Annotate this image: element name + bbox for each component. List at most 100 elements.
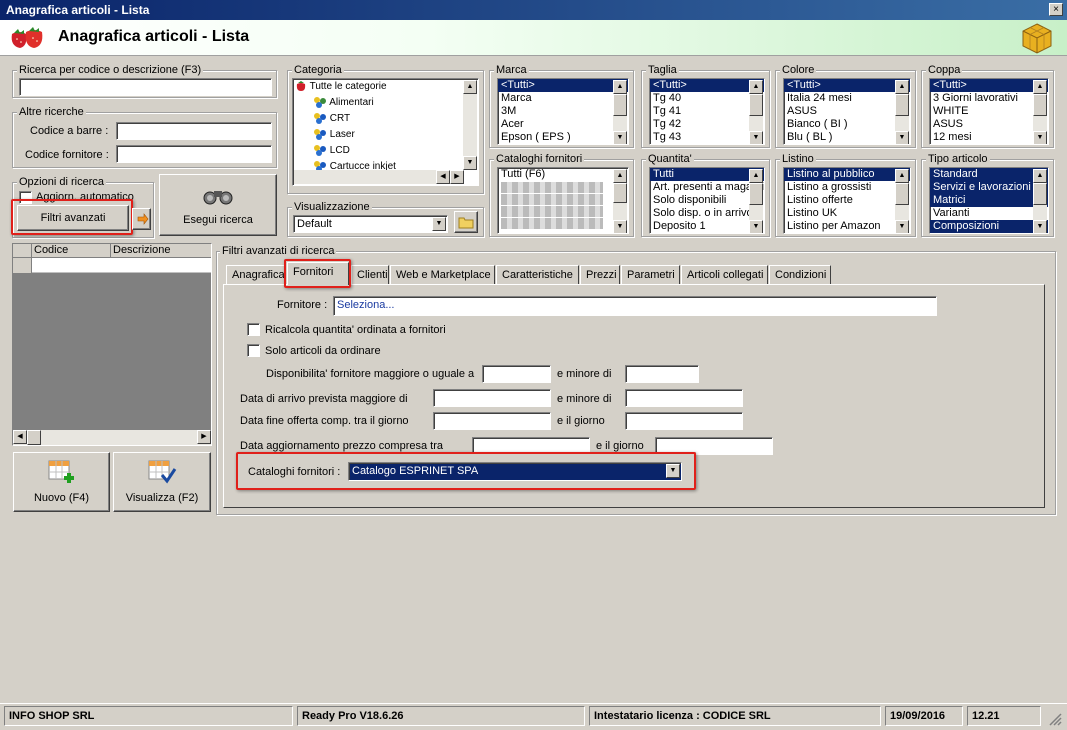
list-item[interactable]: 3M: [498, 105, 628, 118]
scroll-thumb[interactable]: [613, 94, 627, 116]
scroll-right-icon[interactable]: ▶: [197, 430, 211, 444]
list-item[interactable]: Italia 24 mesi: [784, 92, 910, 105]
scroll-down-icon[interactable]: ▼: [749, 131, 763, 144]
list-item[interactable]: <Tutti>: [498, 79, 628, 92]
scroll-thumb[interactable]: [895, 183, 909, 205]
tab-7[interactable]: Articoli collegati: [681, 265, 768, 285]
results-grid[interactable]: [12, 243, 212, 446]
tab-3[interactable]: Web e Marketplace: [390, 265, 495, 285]
scroll-down-icon[interactable]: ▼: [463, 156, 477, 170]
list-item[interactable]: Listino al pubblico: [784, 168, 910, 181]
taglia-list[interactable]: <Tutti> Tg 40 Tg 41 Tg 42 Tg 43 ▲ ▼: [649, 78, 765, 145]
view-folder-button[interactable]: [454, 211, 478, 233]
tree-item[interactable]: CRT: [293, 111, 478, 127]
list-item[interactable]: 3 Giorni lavorativi: [930, 92, 1048, 105]
scroll-up-icon[interactable]: ▲: [1033, 169, 1047, 183]
marca-list[interactable]: <Tutti> Marca 3M Acer Epson ( EPS ) ▲ ▼: [497, 78, 629, 145]
scroll-up-icon[interactable]: ▲: [463, 80, 477, 94]
list-item[interactable]: Epson ( EPS ): [498, 131, 628, 144]
tab-4[interactable]: Caratteristiche: [496, 265, 579, 285]
tree-root[interactable]: Tutte le categorie: [293, 79, 478, 95]
tipo-vscroll[interactable]: ▲ ▼: [1033, 169, 1047, 233]
list-item[interactable]: Acer: [498, 118, 628, 131]
tab-6[interactable]: Parametri: [621, 265, 680, 285]
list-item[interactable]: Varianti: [930, 207, 1048, 220]
scroll-down-icon[interactable]: ▼: [1033, 220, 1047, 233]
colore-vscroll[interactable]: ▲ ▼: [895, 80, 909, 144]
list-item[interactable]: WHITE: [930, 105, 1048, 118]
view-button[interactable]: Visualizza (F2): [113, 452, 211, 512]
grid-row-header[interactable]: [13, 258, 32, 273]
list-item[interactable]: Listino UK: [784, 207, 910, 220]
coppa-list[interactable]: <Tutti> 3 Giorni lavorativi WHITE ASUS 12 me…: [929, 78, 1049, 145]
list-item[interactable]: Servizi e lavorazioni: [930, 181, 1048, 194]
scroll-thumb[interactable]: [895, 94, 909, 116]
scroll-down-icon[interactable]: ▼: [895, 131, 909, 144]
run-search-button[interactable]: Esegui ricerca: [159, 174, 277, 236]
list-item[interactable]: Marca: [498, 92, 628, 105]
resize-grip-icon[interactable]: [1046, 710, 1062, 726]
list-item[interactable]: <Tutti>: [650, 79, 764, 92]
scroll-thumb[interactable]: [1033, 94, 1047, 116]
list-item[interactable]: Composizioni: [930, 220, 1048, 233]
list-item[interactable]: Listino per Amazon: [784, 220, 910, 233]
scroll-down-icon[interactable]: ▼: [613, 131, 627, 144]
grid-col-desc[interactable]: Descrizione: [111, 244, 211, 258]
scroll-up-icon[interactable]: ▲: [895, 169, 909, 183]
scroll-left-icon[interactable]: ◀: [13, 430, 27, 444]
tab-2[interactable]: Clienti: [351, 265, 389, 285]
catalogs-select[interactable]: Catalogo ESPRINET SPA ▼: [348, 462, 682, 481]
quantita-list[interactable]: TuttiArt. presenti a magazzinoSolo dispo…: [649, 167, 765, 234]
scroll-thumb[interactable]: [27, 430, 41, 445]
table-row[interactable]: [32, 258, 211, 273]
scroll-up-icon[interactable]: ▲: [895, 80, 909, 94]
list-item[interactable]: Bianco ( BI ): [784, 118, 910, 131]
tree-item[interactable]: Laser: [293, 127, 478, 143]
chevron-down-icon[interactable]: ▼: [432, 217, 446, 231]
scroll-down-icon[interactable]: ▼: [895, 220, 909, 233]
scroll-thumb[interactable]: [613, 183, 627, 203]
tipo-list[interactable]: Standard Servizi e lavorazioni Matrici Vari…: [929, 167, 1049, 234]
view-select[interactable]: Default ▼: [293, 215, 448, 233]
cataloghi-list[interactable]: Tutti (F6) ▲ ▼: [497, 167, 629, 234]
list-item[interactable]: Matrici: [930, 194, 1048, 207]
scroll-up-icon[interactable]: ▲: [1033, 80, 1047, 94]
scroll-right-icon[interactable]: ▶: [450, 170, 464, 184]
tree-item[interactable]: Alimentari: [293, 95, 478, 111]
list-item[interactable]: ASUS: [784, 105, 910, 118]
list-item[interactable]: Tg 41: [650, 105, 764, 118]
scroll-up-icon[interactable]: ▲: [749, 80, 763, 94]
list-item[interactable]: Art. presenti a magazzino: [650, 181, 764, 194]
list-item[interactable]: ASUS: [930, 118, 1048, 131]
scroll-left-icon[interactable]: ◀: [436, 170, 450, 184]
code-search-input[interactable]: [19, 78, 272, 96]
list-item[interactable]: <Tutti>: [784, 79, 910, 92]
category-vscroll[interactable]: ▲ ▼: [463, 80, 477, 170]
tab-5[interactable]: Prezzi: [580, 265, 620, 285]
list-item[interactable]: Tg 42: [650, 118, 764, 131]
category-tree[interactable]: Tutte le categorie Alimentari CRT Laser …: [292, 78, 479, 186]
grid-col-code[interactable]: Codice: [32, 244, 111, 258]
scroll-thumb[interactable]: [1033, 183, 1047, 205]
marca-vscroll[interactable]: ▲ ▼: [613, 80, 627, 144]
list-item[interactable]: Solo disp. o in arrivo: [650, 207, 764, 220]
list-item[interactable]: Blu ( BL ): [784, 131, 910, 144]
advanced-filters-arrow-button[interactable]: [132, 208, 151, 230]
list-item[interactable]: Tutti (F6): [498, 168, 628, 181]
tab-0[interactable]: Anagrafica: [226, 265, 286, 285]
tree-item[interactable]: LCD: [293, 143, 478, 159]
list-item[interactable]: Standard: [930, 168, 1048, 181]
tab-8[interactable]: Condizioni: [769, 265, 831, 285]
list-item[interactable]: Tg 43: [650, 131, 764, 144]
new-button[interactable]: Nuovo (F4): [13, 452, 110, 512]
scroll-up-icon[interactable]: ▲: [613, 169, 627, 183]
close-button[interactable]: ×: [1049, 3, 1063, 16]
grid-hscroll[interactable]: ◀ ▶: [13, 430, 211, 445]
category-hscroll[interactable]: ◀ ▶: [294, 170, 464, 184]
listino-list[interactable]: Listino al pubblico Listino a grossisti Li…: [783, 167, 911, 234]
list-item[interactable]: 12 mesi: [930, 131, 1048, 144]
list-item[interactable]: Listino a grossisti: [784, 181, 910, 194]
list-item[interactable]: Solo disponibili: [650, 194, 764, 207]
coppa-vscroll[interactable]: ▲ ▼: [1033, 80, 1047, 144]
scroll-down-icon[interactable]: ▼: [749, 220, 763, 233]
